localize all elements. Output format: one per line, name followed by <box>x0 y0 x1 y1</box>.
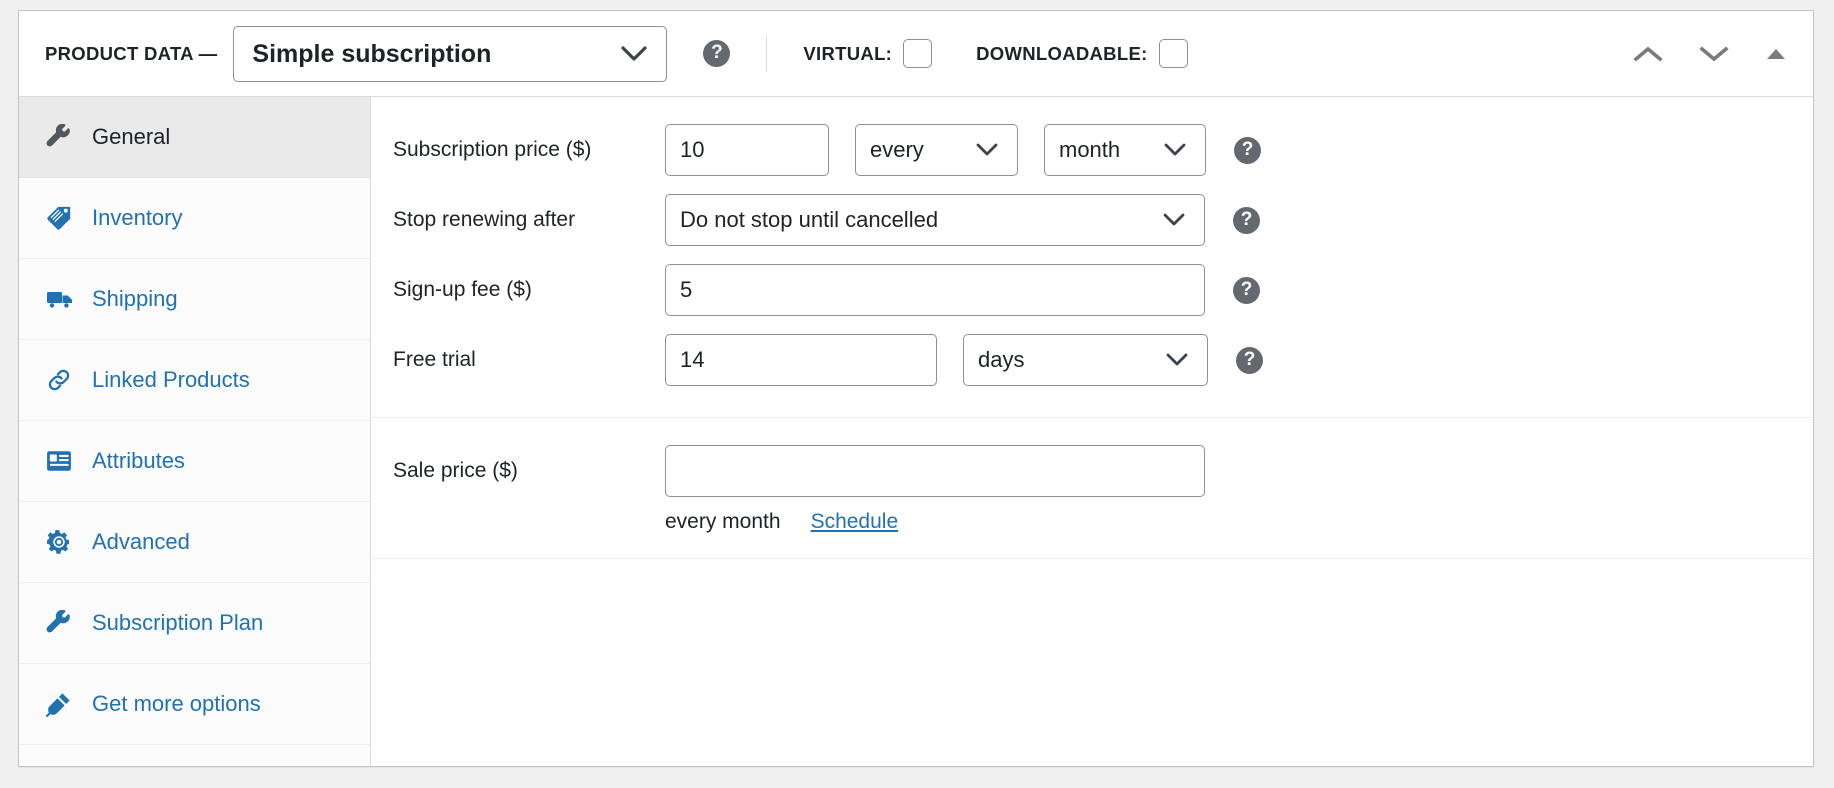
wrench-icon <box>46 124 76 150</box>
toggle-panel-button[interactable] <box>1761 43 1791 65</box>
tab-label: Get more options <box>92 691 261 716</box>
sale-price-label: Sale price ($) <box>393 459 518 482</box>
stop-renewing-wrapper: Do not stop until cancelled <box>665 194 1205 246</box>
pricing-options-group: Subscription price ($) every month <box>371 97 1813 418</box>
product-type-select[interactable]: Simple subscription <box>233 25 668 82</box>
stop-renewing-help-icon[interactable]: ? <box>1233 206 1260 234</box>
tab-label: Attributes <box>92 448 185 473</box>
tab-label: Advanced <box>92 529 190 554</box>
tab-label: General <box>92 124 171 149</box>
move-down-button[interactable] <box>1695 41 1733 67</box>
stop-renewing-select[interactable]: Do not stop until cancelled <box>665 194 1205 246</box>
free-trial-label: Free trial <box>393 348 476 371</box>
tab-label: Linked Products <box>92 367 250 392</box>
signup-fee-label: Sign-up fee ($) <box>393 278 532 301</box>
free-trial-period-wrapper: days <box>963 334 1208 386</box>
product-data-panel: PRODUCT DATA — Simple subscription ? VIR… <box>18 10 1814 767</box>
free-trial-input[interactable] <box>665 334 937 386</box>
header-divider <box>766 35 768 72</box>
plug-icon <box>46 691 76 717</box>
subscription-interval-select[interactable]: every <box>855 124 1018 176</box>
subscription-period-wrapper: month <box>1044 124 1206 176</box>
tab-subscription-plan[interactable]: Subscription Plan <box>19 583 370 664</box>
truck-icon <box>46 287 76 311</box>
tab-attributes[interactable]: Attributes <box>19 421 370 502</box>
subscription-price-help-icon[interactable]: ? <box>1234 136 1261 164</box>
move-up-button[interactable] <box>1629 41 1667 67</box>
product-type-select-wrapper: Simple subscription <box>233 25 668 82</box>
free-trial-period-select[interactable]: days <box>963 334 1208 386</box>
product-data-body: General Inventory Shipping Linked Produc… <box>19 97 1813 766</box>
tab-advanced[interactable]: Advanced <box>19 502 370 583</box>
stop-renewing-row: Stop renewing after Do not stop until ca… <box>371 185 1813 255</box>
stop-renewing-label: Stop renewing after <box>393 208 576 231</box>
virtual-checkbox[interactable] <box>903 39 933 68</box>
sale-price-input[interactable] <box>665 445 1205 497</box>
tag-icon <box>46 205 76 231</box>
tab-linked-products[interactable]: Linked Products <box>19 340 370 421</box>
subscription-price-row: Subscription price ($) every month <box>371 115 1813 185</box>
chevron-up-icon <box>1633 46 1663 62</box>
free-trial-row: Free trial days ? <box>371 325 1813 395</box>
downloadable-checkbox[interactable] <box>1158 39 1188 68</box>
link-icon <box>46 367 76 393</box>
signup-fee-row: Sign-up fee ($) ? <box>371 255 1813 325</box>
list-card-icon <box>46 449 76 473</box>
general-tab-panel: Subscription price ($) every month <box>371 97 1813 766</box>
product-data-tabs: General Inventory Shipping Linked Produc… <box>19 97 371 766</box>
header-actions <box>1629 41 1791 67</box>
subscription-period-select[interactable]: month <box>1044 124 1206 176</box>
product-data-header: PRODUCT DATA — Simple subscription ? VIR… <box>19 11 1813 97</box>
schedule-link[interactable]: Schedule <box>811 510 899 534</box>
sale-price-group: Sale price ($) every month Schedule <box>371 418 1813 559</box>
product-type-help-icon[interactable]: ? <box>703 40 731 67</box>
free-trial-help-icon[interactable]: ? <box>1236 346 1263 374</box>
tab-shipping[interactable]: Shipping <box>19 259 370 340</box>
subscription-price-input[interactable] <box>665 124 829 176</box>
downloadable-label: DOWNLOADABLE: <box>976 42 1148 64</box>
sale-price-row: Sale price ($) <box>371 436 1813 506</box>
triangle-up-icon <box>1767 48 1785 59</box>
sale-price-note: every month <box>665 510 781 533</box>
gear-icon <box>46 529 76 555</box>
tab-get-more-options[interactable]: Get more options <box>19 664 370 745</box>
signup-fee-input[interactable] <box>665 264 1205 316</box>
sale-price-schedule-row: every month Schedule <box>371 506 1813 536</box>
tab-label: Shipping <box>92 286 178 311</box>
page-title: PRODUCT DATA — <box>45 42 218 64</box>
tab-label: Subscription Plan <box>92 610 264 635</box>
downloadable-checkbox-group[interactable]: DOWNLOADABLE: <box>976 39 1188 68</box>
wrench-icon <box>46 610 76 636</box>
subscription-price-label: Subscription price ($) <box>393 138 592 161</box>
tab-label: Inventory <box>92 205 183 230</box>
tab-inventory[interactable]: Inventory <box>19 178 370 259</box>
signup-fee-help-icon[interactable]: ? <box>1233 276 1260 304</box>
subscription-interval-wrapper: every <box>855 124 1018 176</box>
virtual-checkbox-group[interactable]: VIRTUAL: <box>803 39 933 68</box>
tab-general[interactable]: General <box>19 97 370 178</box>
chevron-down-icon <box>1699 45 1729 61</box>
virtual-label: VIRTUAL: <box>803 42 893 64</box>
